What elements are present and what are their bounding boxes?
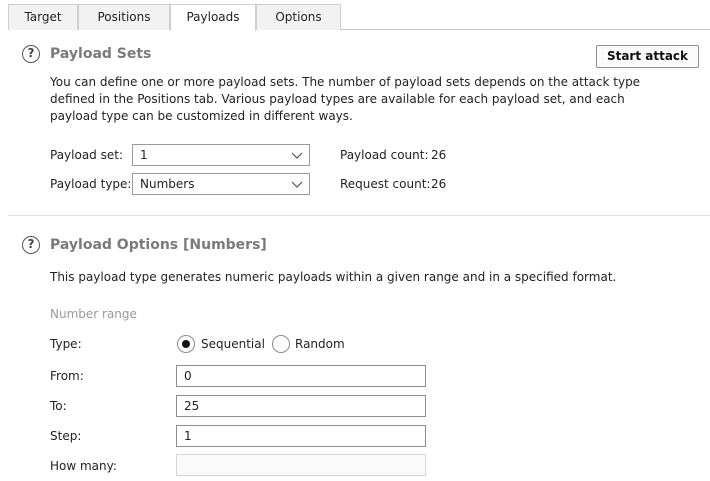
request-count-value: 26 xyxy=(431,177,447,191)
payload-sets-description-line-1: You can define one or more payload sets.… xyxy=(50,75,641,89)
from-label: From: xyxy=(50,369,84,383)
payload-sets-description-line-3: payload type can be customized in differ… xyxy=(50,109,353,123)
to-label: To: xyxy=(50,399,67,413)
how-many-label: How many: xyxy=(50,459,117,473)
radio-random-label[interactable]: Random xyxy=(295,337,345,351)
tab-target[interactable]: Target xyxy=(8,4,78,30)
start-attack-button[interactable]: Start attack xyxy=(596,45,699,68)
to-value: 25 xyxy=(184,399,200,413)
chevron-down-icon xyxy=(291,181,303,188)
from-input[interactable]: 0 xyxy=(176,365,426,387)
payload-options-title: Payload Options [Numbers] xyxy=(50,237,267,253)
radio-sequential[interactable] xyxy=(177,335,195,353)
payload-sets-description-line-2: defined in the Positions tab. Various pa… xyxy=(50,92,625,106)
how-many-input[interactable] xyxy=(176,454,426,476)
chevron-down-icon xyxy=(291,152,303,159)
payload-type-value: Numbers xyxy=(140,177,195,191)
tab-options[interactable]: Options xyxy=(256,4,341,30)
payload-type-select[interactable]: Numbers xyxy=(132,173,310,195)
step-input[interactable]: 1 xyxy=(176,425,426,447)
help-icon[interactable]: ? xyxy=(22,45,40,63)
payload-count-value: 26 xyxy=(431,148,447,162)
payload-set-label: Payload set: xyxy=(50,148,123,162)
payload-set-value: 1 xyxy=(140,148,148,162)
type-label: Type: xyxy=(50,337,82,351)
section-divider xyxy=(8,215,710,216)
payload-count-label: Payload count: xyxy=(340,148,429,162)
payload-options-description: This payload type generates numeric payl… xyxy=(50,270,617,284)
radio-sequential-label[interactable]: Sequential xyxy=(201,337,265,351)
tab-payloads[interactable]: Payloads xyxy=(170,4,256,31)
radio-random[interactable] xyxy=(272,335,290,353)
help-icon[interactable]: ? xyxy=(22,236,40,254)
payload-sets-title: Payload Sets xyxy=(50,46,152,62)
step-value: 1 xyxy=(184,429,192,443)
to-input[interactable]: 25 xyxy=(176,395,426,417)
tab-bar: Target Positions Payloads Options xyxy=(0,0,710,31)
tab-bar-filler xyxy=(341,4,710,30)
request-count-label: Request count: xyxy=(340,177,431,191)
payload-set-select[interactable]: 1 xyxy=(132,144,310,166)
tab-positions[interactable]: Positions xyxy=(78,4,170,30)
number-range-section-label: Number range xyxy=(50,307,137,321)
payload-type-label: Payload type: xyxy=(50,177,132,191)
from-value: 0 xyxy=(184,369,192,383)
step-label: Step: xyxy=(50,429,82,443)
